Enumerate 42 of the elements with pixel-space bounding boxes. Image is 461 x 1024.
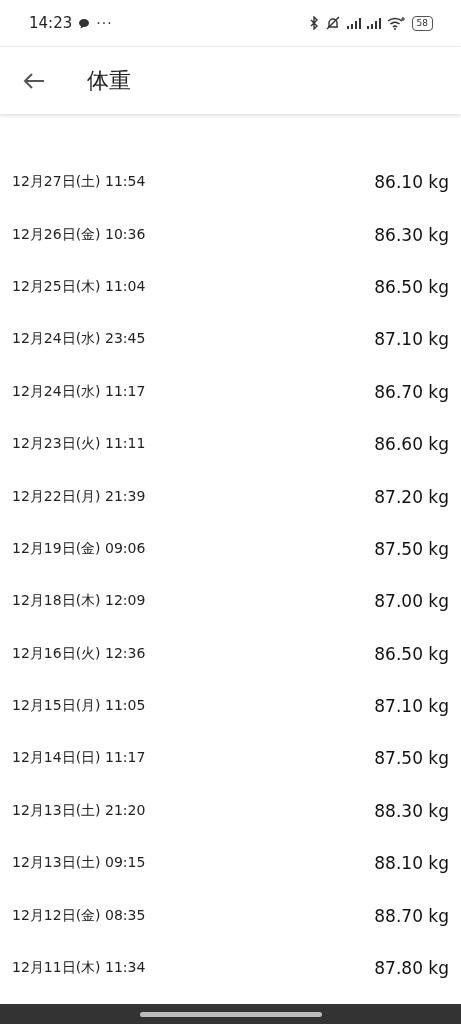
entry-weight: 87.10 kg bbox=[374, 329, 449, 350]
back-arrow-icon bbox=[23, 71, 45, 90]
entry-weight: 86.30 kg bbox=[374, 224, 449, 245]
entry-date: 12月19日(金) 09:06 bbox=[12, 539, 146, 558]
entry-weight: 87.50 kg bbox=[374, 748, 449, 769]
wifi-icon bbox=[385, 16, 406, 30]
entry-weight: 86.60 kg bbox=[374, 434, 449, 455]
entry-weight: 86.70 kg bbox=[374, 381, 449, 402]
entry-date: 12月14日(日) 11:17 bbox=[12, 749, 146, 768]
entry-date: 12月12日(金) 08:35 bbox=[12, 906, 146, 925]
entry-date: 12月16日(火) 12:36 bbox=[12, 644, 146, 663]
entry-weight: 87.20 kg bbox=[374, 486, 449, 507]
entry-weight: 87.10 kg bbox=[374, 696, 449, 717]
entry-weight: 88.10 kg bbox=[374, 853, 449, 874]
entry-weight: 88.30 kg bbox=[374, 800, 449, 821]
chat-bubble-icon bbox=[78, 17, 91, 29]
status-time: 14:23 bbox=[29, 14, 73, 32]
page-title: 体重 bbox=[87, 66, 131, 95]
entry-weight: 86.50 kg bbox=[374, 276, 449, 297]
battery-level: 58 bbox=[416, 18, 428, 28]
entry-weight: 87.00 kg bbox=[374, 591, 449, 612]
entry-date: 12月22日(月) 21:39 bbox=[12, 487, 146, 506]
signal-icon bbox=[365, 16, 382, 30]
entry-date: 12月25日(木) 11:04 bbox=[12, 277, 146, 296]
entry-date: 12月18日(木) 12:09 bbox=[12, 592, 146, 611]
entry-date: 12月24日(水) 11:17 bbox=[12, 382, 146, 401]
entry-date: 12月26日(金) 10:36 bbox=[12, 225, 146, 244]
home-handle[interactable] bbox=[139, 1011, 322, 1017]
entry-weight: 88.70 kg bbox=[374, 905, 449, 926]
entry-date: 12月11日(木) 11:34 bbox=[12, 959, 146, 978]
entry-weight: 87.50 kg bbox=[374, 538, 449, 559]
entry-date: 12月15日(月) 11:05 bbox=[12, 697, 146, 716]
entry-weight: 86.50 kg bbox=[374, 643, 449, 664]
entry-date: 12月13日(土) 09:15 bbox=[12, 854, 146, 873]
entry-date: 12月24日(水) 23:45 bbox=[12, 330, 146, 349]
more-notifications-icon: ··· bbox=[96, 15, 113, 31]
entry-date: 12月27日(土) 11:54 bbox=[12, 173, 146, 192]
entry-weight: 86.10 kg bbox=[374, 172, 449, 193]
signal-icon bbox=[345, 16, 362, 30]
entry-date: 12月13日(土) 21:20 bbox=[12, 801, 146, 820]
entry-date: 12月23日(火) 11:11 bbox=[12, 435, 146, 454]
entry-weight: 87.80 kg bbox=[374, 958, 449, 979]
